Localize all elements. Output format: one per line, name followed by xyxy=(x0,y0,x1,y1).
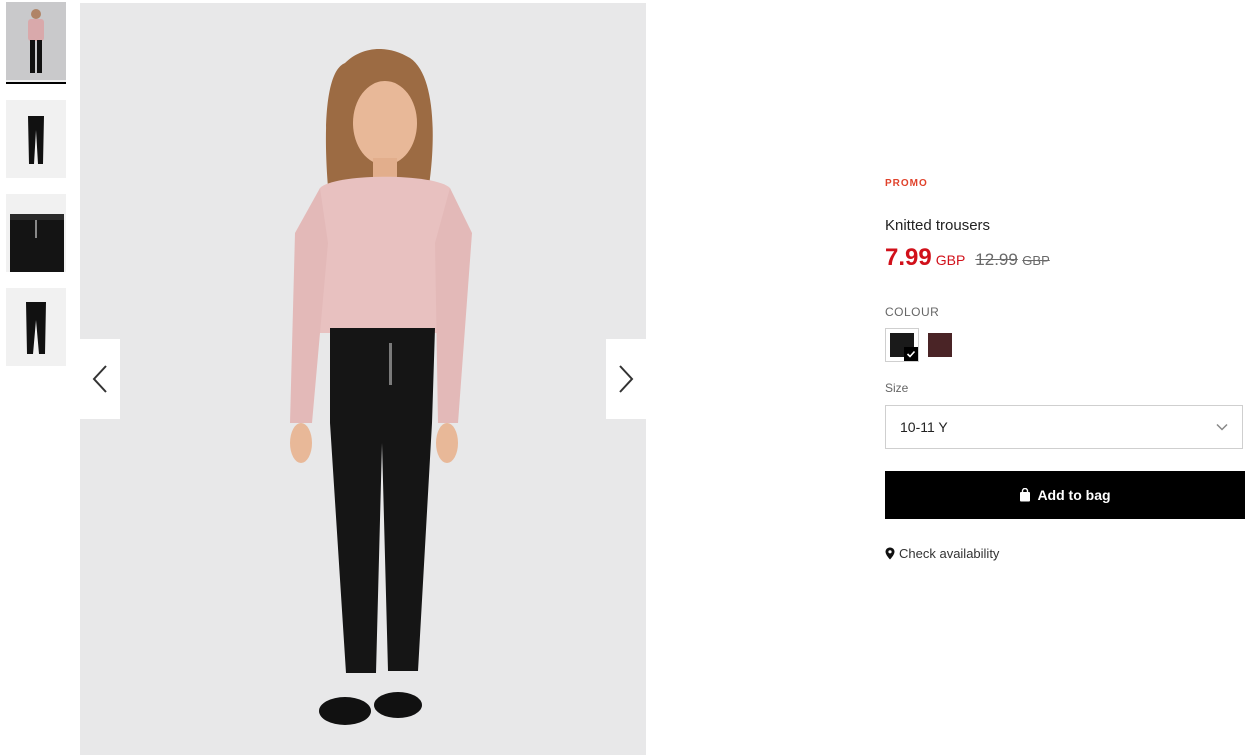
next-image-button[interactable] xyxy=(606,339,646,419)
promo-badge: PROMO xyxy=(885,178,928,189)
selected-check-icon xyxy=(904,347,918,361)
thumbnail-trousers-back[interactable] xyxy=(6,288,66,366)
thumbnail-trousers-detail[interactable] xyxy=(6,194,66,272)
old-price-currency: GBP xyxy=(1022,253,1050,268)
thumbnail-model-front[interactable] xyxy=(6,2,66,84)
size-label: Size xyxy=(885,381,909,395)
current-price-currency: GBP xyxy=(935,252,966,268)
current-price: 7.99 xyxy=(885,244,932,271)
thumbnail-list xyxy=(6,2,66,382)
colour-swatch-dark-burgundy[interactable] xyxy=(928,333,952,357)
add-to-bag-label: Add to bag xyxy=(1037,487,1111,503)
chevron-left-icon xyxy=(92,365,107,393)
product-title: Knitted trousers xyxy=(885,217,991,234)
add-to-bag-button[interactable]: Add to bag xyxy=(885,471,1245,519)
colour-swatch-black[interactable] xyxy=(885,328,919,362)
main-product-image xyxy=(80,3,646,755)
thumbnail-trousers-front[interactable] xyxy=(6,100,66,178)
check-availability-label: Check availability xyxy=(899,546,1000,561)
old-price: 12.99 xyxy=(975,250,1018,269)
check-availability-link[interactable]: Check availability xyxy=(885,546,999,561)
location-pin-icon xyxy=(885,547,895,560)
size-select[interactable]: 10-11 Y xyxy=(885,405,1243,449)
product-photo xyxy=(80,3,646,755)
colour-label: COLOUR xyxy=(885,305,940,319)
size-selected-value: 10-11 Y xyxy=(900,419,948,435)
previous-image-button[interactable] xyxy=(80,339,120,419)
price-row: 7.99 GBP 12.99 GBP xyxy=(885,244,1050,272)
shopping-bag-icon xyxy=(1020,488,1031,502)
chevron-down-icon xyxy=(1216,423,1228,431)
colour-swatches xyxy=(885,328,952,362)
chevron-right-icon xyxy=(619,365,634,393)
